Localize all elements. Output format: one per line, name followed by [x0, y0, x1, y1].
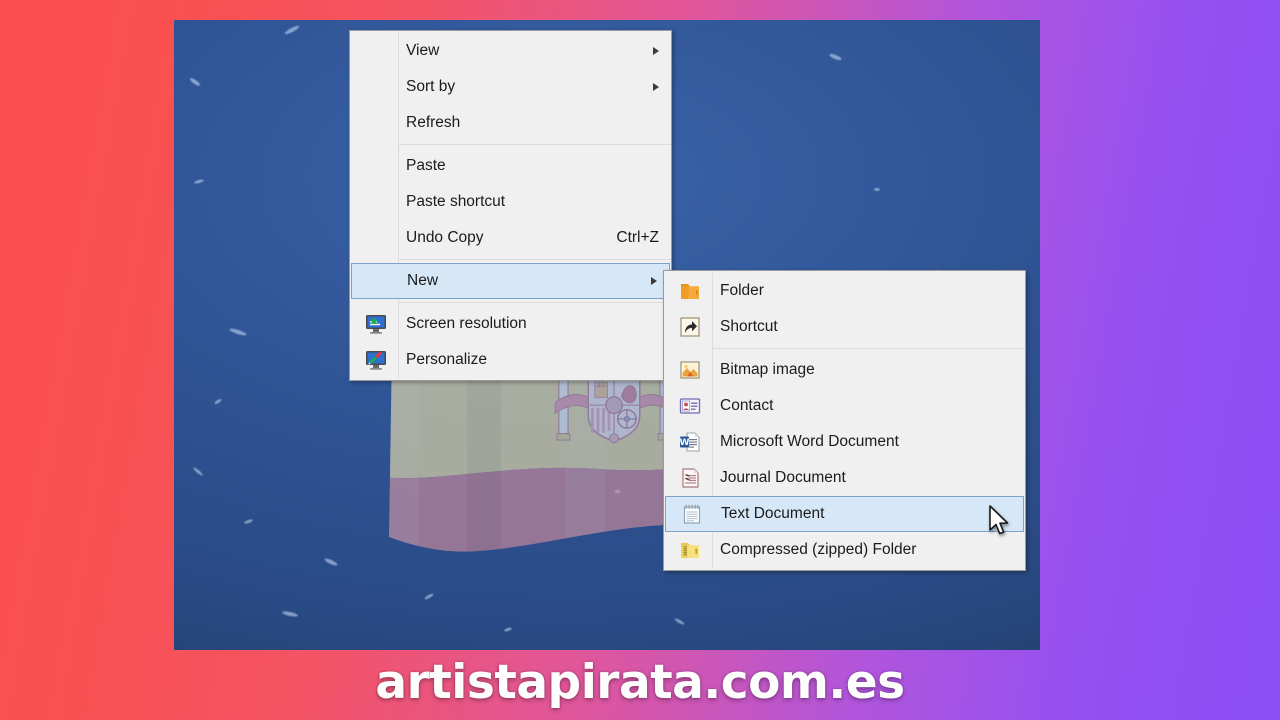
shortcut-icon	[680, 317, 700, 337]
menu-item-label: Screen resolution	[406, 315, 527, 333]
wallpaper-streak	[213, 397, 223, 406]
bitmap-image-icon	[680, 361, 700, 379]
wallpaper-streak	[228, 327, 248, 337]
chevron-right-icon	[653, 83, 659, 91]
menu-separator	[398, 144, 671, 145]
menu-separator	[398, 302, 671, 303]
wallpaper-streak	[281, 610, 299, 618]
wallpaper-streak	[193, 178, 205, 185]
menu-item-label: Paste	[406, 157, 446, 175]
submenu-item-label: Compressed (zipped) Folder	[720, 541, 917, 559]
submenu-item-label: Bitmap image	[720, 361, 815, 379]
menu-item-new[interactable]: New	[351, 263, 670, 299]
wallpaper-streak	[874, 188, 880, 191]
menu-item-accelerator: Ctrl+Z	[616, 229, 659, 246]
wallpaper-streak	[243, 518, 254, 525]
submenu-item-shortcut[interactable]: Shortcut	[664, 309, 1025, 345]
submenu-item-bitmap-image[interactable]: Bitmap image	[664, 352, 1025, 388]
submenu-item-journal-document[interactable]: Journal Document	[664, 460, 1025, 496]
menu-item-label: New	[407, 272, 439, 290]
submenu-item-word-document[interactable]: W Microsoft Word Document	[664, 424, 1025, 460]
menu-item-screen-resolution[interactable]: Screen resolution	[350, 306, 671, 342]
submenu-item-label: Microsoft Word Document	[720, 433, 899, 451]
wallpaper-streak	[192, 466, 204, 477]
journal-icon	[682, 468, 699, 488]
desktop-wallpaper[interactable]: View Sort by Refresh Paste Paste shortcu…	[174, 20, 1040, 650]
menu-item-label: Paste shortcut	[406, 193, 506, 211]
menu-item-label: Refresh	[406, 114, 461, 132]
wallpaper-streak	[828, 52, 843, 62]
wallpaper-streak	[323, 557, 339, 567]
wallpaper-streak	[503, 626, 513, 633]
submenu-item-label: Shortcut	[720, 318, 778, 336]
monitor-personalize-icon	[366, 351, 386, 370]
wallpaper-streak	[614, 490, 621, 493]
submenu-item-text-document[interactable]: Text Document	[665, 496, 1024, 532]
menu-item-personalize[interactable]: Personalize	[350, 342, 671, 378]
monitor-resolution-icon	[366, 315, 386, 334]
submenu-item-contact[interactable]: Contact	[664, 388, 1025, 424]
word-document-icon: W	[680, 432, 700, 452]
submenu-item-folder[interactable]: Folder	[664, 273, 1025, 309]
screenshot-stage: View Sort by Refresh Paste Paste shortcu…	[0, 0, 1280, 720]
menu-item-sort-by[interactable]: Sort by	[350, 69, 671, 105]
menu-item-paste[interactable]: Paste	[350, 148, 671, 184]
zipped-folder-icon	[681, 543, 699, 558]
wallpaper-streak	[188, 76, 202, 88]
mouse-pointer	[989, 505, 1009, 535]
menu-item-refresh[interactable]: Refresh	[350, 105, 671, 141]
wallpaper-streak	[283, 24, 301, 36]
submenu-item-label: Contact	[720, 397, 774, 415]
submenu-item-compressed-folder[interactable]: Compressed (zipped) Folder	[664, 532, 1025, 568]
submenu-item-label: Text Document	[721, 505, 825, 523]
chevron-right-icon	[651, 277, 657, 285]
contact-icon	[679, 398, 701, 414]
menu-item-label: Undo Copy	[406, 229, 484, 247]
text-document-icon	[683, 504, 701, 524]
menu-item-view[interactable]: View	[350, 33, 671, 69]
watermark-text: artistapirata.com.es	[375, 655, 905, 710]
submenu-separator	[712, 348, 1025, 349]
submenu-item-label: Journal Document	[720, 469, 846, 487]
wallpaper-streak	[673, 617, 686, 626]
menu-item-paste-shortcut[interactable]: Paste shortcut	[350, 184, 671, 220]
submenu-item-label: Folder	[720, 282, 764, 300]
menu-item-label: View	[406, 42, 440, 60]
menu-item-undo-copy[interactable]: Undo Copy Ctrl+Z	[350, 220, 671, 256]
svg-text:W: W	[680, 438, 690, 448]
menu-item-label: Personalize	[406, 351, 487, 369]
folder-icon	[681, 284, 699, 299]
new-submenu[interactable]: Folder Shortcut Bitmap image Contact W M…	[663, 270, 1026, 571]
menu-item-label: Sort by	[406, 78, 456, 96]
chevron-right-icon	[653, 47, 659, 55]
menu-separator	[398, 259, 671, 260]
wallpaper-streak	[423, 592, 435, 601]
desktop-context-menu[interactable]: View Sort by Refresh Paste Paste shortcu…	[349, 30, 672, 381]
